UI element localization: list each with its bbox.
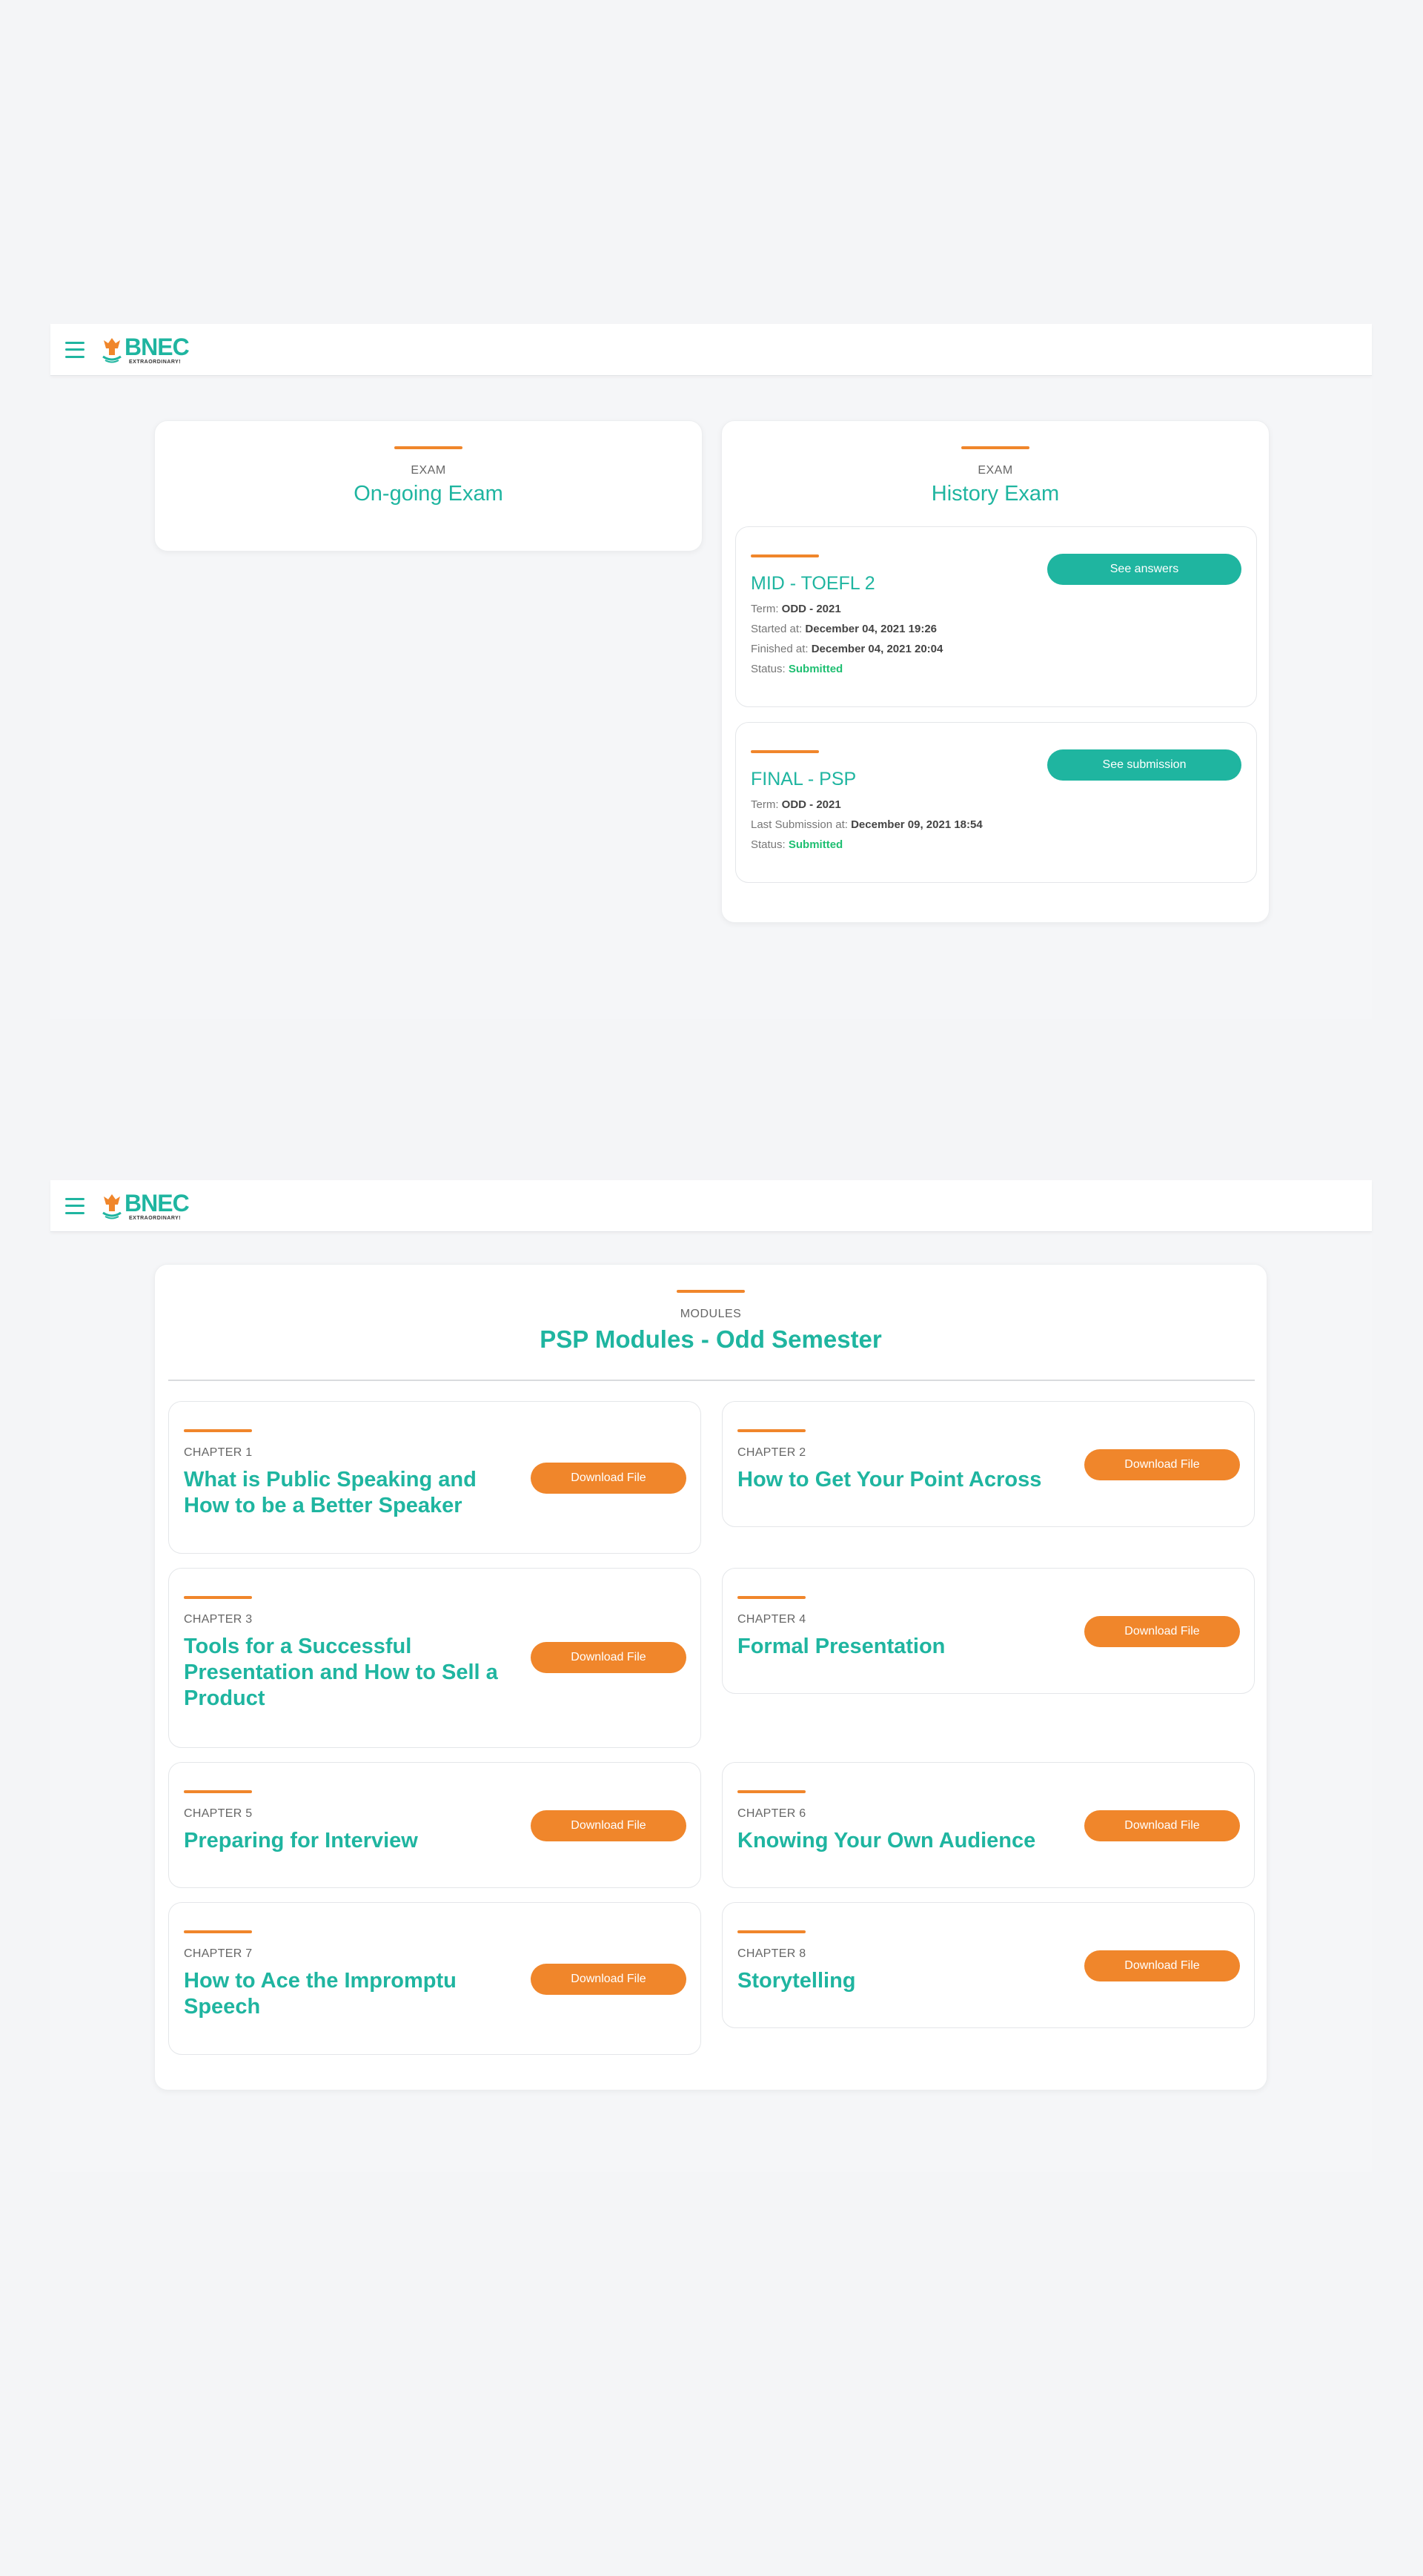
history-exam-item: FINAL - PSP Term: ODD - 2021 Last Submis… — [735, 722, 1257, 883]
accent-bar — [184, 1790, 252, 1793]
chapter-label: CHAPTER 5 — [184, 1807, 253, 1820]
chapter-label: CHAPTER 2 — [737, 1446, 806, 1459]
download-file-button[interactable]: Download File — [531, 1642, 686, 1673]
menu-icon[interactable] — [65, 341, 84, 358]
accent-bar — [961, 446, 1029, 449]
exam-term: Term: ODD - 2021 — [751, 798, 841, 811]
module-title: Knowing Your Own Audience — [737, 1829, 1036, 1852]
module-title: Formal Presentation — [737, 1635, 946, 1658]
bnec-logo-emblem — [102, 1193, 122, 1219]
chapter-label: CHAPTER 7 — [184, 1947, 253, 1960]
exam-started: Started at: December 04, 2021 19:26 — [751, 623, 938, 635]
module-title: How to Get Your Point Across — [737, 1468, 1042, 1491]
title-divider — [168, 1380, 1255, 1381]
module-card: CHAPTER 2 How to Get Your Point Across Dow… — [722, 1401, 1255, 1527]
module-card: CHAPTER 6 Knowing Your Own Audience Downlo… — [722, 1762, 1255, 1888]
brand-logo[interactable]: BNEC EXTRAORDINARY! — [101, 333, 190, 365]
accent-bar — [737, 1790, 806, 1793]
modules-title: PSP Modules - Odd Semester — [540, 1325, 882, 1353]
download-file-button[interactable]: Download File — [1084, 1950, 1240, 1981]
exam-status: Status: Submitted — [751, 838, 843, 851]
card-caption: EXAM — [978, 464, 1013, 477]
exam-finished: Finished at: December 04, 2021 20:04 — [751, 643, 943, 655]
download-file-button[interactable]: Download File — [1084, 1449, 1240, 1480]
module-title: Tools for a Successful Presentation and … — [184, 1635, 498, 1710]
exam-page-screenshot: BNEC EXTRAORDINARY! EXAM On-going Exam E… — [50, 324, 1372, 1019]
brand-logo[interactable]: BNEC EXTRAORDINARY! — [101, 1189, 190, 1221]
module-card: CHAPTER 3 Tools for a Successful Presenta… — [168, 1568, 701, 1748]
chapter-label: CHAPTER 8 — [737, 1947, 806, 1960]
history-exam-item: MID - TOEFL 2 Term: ODD - 2021 Started a… — [735, 526, 1257, 707]
bnec-logo-emblem — [102, 337, 122, 362]
module-title: Storytelling — [737, 1969, 856, 1993]
accent-bar — [751, 554, 819, 557]
download-file-button[interactable]: Download File — [1084, 1810, 1240, 1841]
exam-title: MID - TOEFL 2 — [751, 573, 875, 594]
download-file-button[interactable]: Download File — [531, 1810, 686, 1841]
chapter-label: CHAPTER 3 — [184, 1613, 253, 1626]
download-file-button[interactable]: Download File — [531, 1463, 686, 1494]
accent-bar — [677, 1290, 745, 1293]
exam-title: FINAL - PSP — [751, 769, 857, 789]
see-submission-button[interactable]: See submission — [1047, 749, 1241, 781]
chapter-label: CHAPTER 1 — [184, 1446, 253, 1459]
menu-icon[interactable] — [65, 1197, 84, 1214]
exam-last-submission: Last Submission at: December 09, 2021 18… — [751, 818, 983, 831]
module-title: How to Ace the Impromptu Speech — [184, 1969, 457, 2019]
card-caption: EXAM — [411, 464, 446, 477]
exam-term: Term: ODD - 2021 — [751, 603, 841, 615]
modules-page-screenshot: BNEC EXTRAORDINARY! MODULES PSP Modules … — [50, 1180, 1372, 2172]
module-card: CHAPTER 1 What is Public Speaking and How… — [168, 1401, 701, 1554]
top-navbar: BNEC EXTRAORDINARY! — [50, 1180, 1372, 1232]
module-card: CHAPTER 7 How to Ace the Impromptu Speech… — [168, 1902, 701, 2055]
brand-tagline: EXTRAORDINARY! — [129, 1215, 182, 1221]
brand-name: BNEC — [125, 333, 190, 360]
see-answers-button[interactable]: See answers — [1047, 554, 1241, 585]
chapter-label: CHAPTER 4 — [737, 1613, 806, 1626]
exam-status: Status: Submitted — [751, 663, 843, 675]
card-caption: MODULES — [680, 1308, 742, 1320]
accent-bar — [184, 1930, 252, 1933]
download-file-button[interactable]: Download File — [531, 1964, 686, 1995]
card-title: On-going Exam — [354, 482, 503, 506]
accent-bar — [394, 446, 462, 449]
download-file-button[interactable]: Download File — [1084, 1616, 1240, 1647]
accent-bar — [751, 750, 819, 753]
history-exam-card: EXAM History Exam MID - TOEFL 2 Term: OD… — [721, 420, 1270, 923]
module-card: CHAPTER 4 Formal Presentation Download Fil… — [722, 1568, 1255, 1694]
brand-tagline: EXTRAORDINARY! — [129, 359, 182, 365]
module-title: What is Public Speaking and How to be a … — [184, 1468, 477, 1517]
accent-bar — [184, 1429, 252, 1432]
accent-bar — [737, 1429, 806, 1432]
accent-bar — [184, 1596, 252, 1599]
module-title: Preparing for Interview — [184, 1829, 418, 1852]
module-card: CHAPTER 8 Storytelling Download File — [722, 1902, 1255, 2028]
accent-bar — [737, 1596, 806, 1599]
accent-bar — [737, 1930, 806, 1933]
ongoing-exam-card: EXAM On-going Exam — [154, 420, 703, 552]
top-navbar: BNEC EXTRAORDINARY! — [50, 324, 1372, 376]
chapter-label: CHAPTER 6 — [737, 1807, 806, 1820]
module-card: CHAPTER 5 Preparing for Interview Download… — [168, 1762, 701, 1888]
brand-name: BNEC — [125, 1189, 190, 1216]
card-title: History Exam — [931, 482, 1060, 506]
modules-card: MODULES PSP Modules - Odd Semester CHAPT… — [154, 1264, 1267, 2090]
